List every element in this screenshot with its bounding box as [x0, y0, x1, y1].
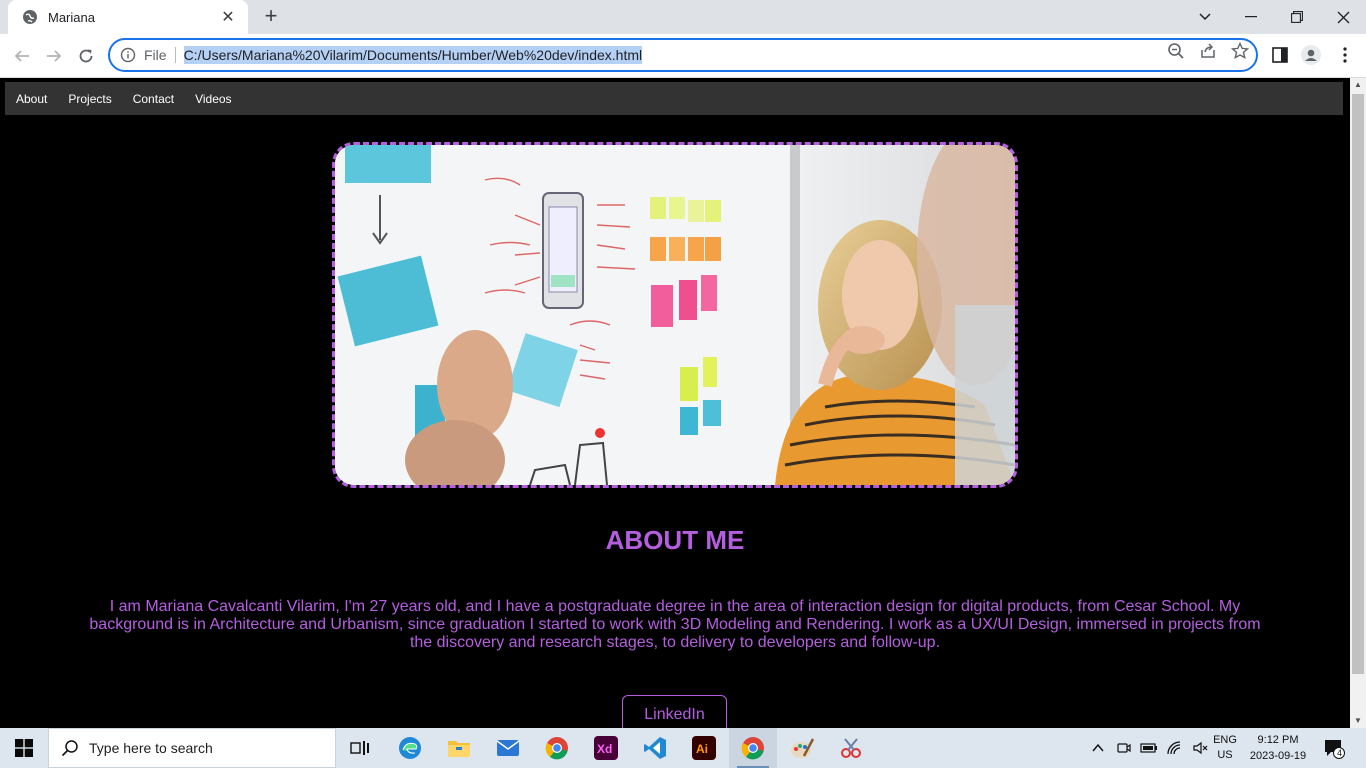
windows-start-icon[interactable] — [0, 728, 48, 768]
reload-icon[interactable] — [74, 44, 98, 68]
vscode-icon[interactable] — [631, 728, 679, 768]
nav-link-videos[interactable]: Videos — [195, 92, 231, 106]
chrome-icon[interactable] — [533, 728, 581, 768]
more-menu-icon[interactable] — [1335, 45, 1355, 65]
illustrator-icon[interactable]: Ai — [680, 728, 728, 768]
clock-time: 9:12 PM — [1257, 734, 1299, 746]
input-language[interactable]: ENG US — [1210, 733, 1240, 763]
scroll-up-icon[interactable]: ▲ — [1350, 78, 1366, 92]
profile-avatar-icon[interactable] — [1301, 45, 1321, 65]
forward-icon[interactable] — [42, 44, 66, 68]
browser-tab-strip: Mariana ✕ + — [0, 0, 1366, 34]
system-tray — [1090, 728, 1210, 768]
region-code: US — [1217, 749, 1233, 761]
windows-taskbar: Type here to search Xd Ai ENG US 9:12 PM… — [0, 728, 1366, 768]
task-view-icon[interactable] — [336, 728, 384, 768]
url-text[interactable]: C:/Users/Mariana%20Vilarim/Documents/Hum… — [183, 46, 643, 64]
zoom-icon[interactable] — [1167, 42, 1185, 60]
info-icon[interactable] — [120, 47, 136, 63]
search-icon — [61, 740, 78, 757]
new-tab-button[interactable]: + — [258, 4, 284, 30]
nav-link-contact[interactable]: Contact — [133, 92, 174, 106]
share-icon[interactable] — [1199, 42, 1217, 60]
close-window-icon[interactable] — [1320, 0, 1366, 34]
scroll-down-icon[interactable]: ▼ — [1350, 714, 1366, 728]
volume-muted-icon[interactable] — [1192, 740, 1210, 756]
svg-text:Ai: Ai — [696, 742, 708, 756]
browser-tab[interactable]: Mariana ✕ — [8, 0, 248, 34]
notification-count: 4 — [1337, 748, 1343, 758]
browser-toolbar: File C:/Users/Mariana%20Vilarim/Document… — [0, 34, 1366, 78]
about-paragraph: I am Mariana Cavalcanti Vilarim, I'm 27 … — [89, 598, 1261, 651]
taskbar-clock[interactable]: 9:12 PM 2023-09-19 — [1248, 732, 1308, 764]
battery-icon[interactable] — [1140, 740, 1158, 756]
minimize-icon[interactable] — [1228, 0, 1274, 34]
tab-title: Mariana — [48, 9, 95, 25]
mail-icon[interactable] — [484, 728, 532, 768]
linkedin-button[interactable]: LinkedIn — [622, 695, 727, 728]
snipping-tool-icon[interactable] — [827, 728, 875, 768]
back-icon[interactable] — [10, 44, 34, 68]
globe-icon — [23, 10, 37, 24]
adobe-xd-icon[interactable]: Xd — [582, 728, 630, 768]
about-title: ABOUT ME — [605, 525, 745, 555]
tab-search-icon[interactable] — [1182, 0, 1228, 34]
taskbar-search[interactable]: Type here to search — [48, 728, 336, 768]
close-tab-icon[interactable]: ✕ — [218, 7, 238, 27]
hero-image — [332, 142, 1018, 488]
chrome-active-icon[interactable] — [729, 728, 777, 768]
svg-text:Xd: Xd — [597, 742, 612, 756]
chevron-up-icon[interactable] — [1090, 740, 1106, 756]
address-bar[interactable]: File C:/Users/Mariana%20Vilarim/Document… — [108, 38, 1258, 72]
file-scheme-label: File — [144, 47, 176, 63]
clock-date: 2023-09-19 — [1249, 750, 1307, 762]
meet-now-icon[interactable] — [1116, 740, 1132, 756]
bookmark-star-icon[interactable] — [1231, 42, 1249, 60]
wifi-icon[interactable] — [1166, 740, 1184, 756]
site-navbar: About Projects Contact Videos — [5, 82, 1343, 115]
page-viewport: About Projects Contact Videos ABOUT ME I… — [0, 78, 1350, 728]
notifications-icon[interactable]: 4 — [1314, 728, 1354, 768]
side-panel-icon[interactable] — [1270, 45, 1290, 65]
file-explorer-icon[interactable] — [435, 728, 483, 768]
page-scrollbar[interactable]: ▲ ▼ — [1350, 78, 1366, 728]
paint-icon[interactable] — [778, 728, 826, 768]
edge-icon[interactable] — [386, 728, 434, 768]
scrollbar-thumb[interactable] — [1352, 94, 1364, 674]
nav-link-projects[interactable]: Projects — [68, 92, 111, 106]
taskbar-search-placeholder: Type here to search — [89, 740, 213, 756]
nav-link-about[interactable]: About — [16, 92, 47, 106]
language-code: ENG — [1213, 734, 1237, 746]
restore-icon[interactable] — [1274, 0, 1320, 34]
